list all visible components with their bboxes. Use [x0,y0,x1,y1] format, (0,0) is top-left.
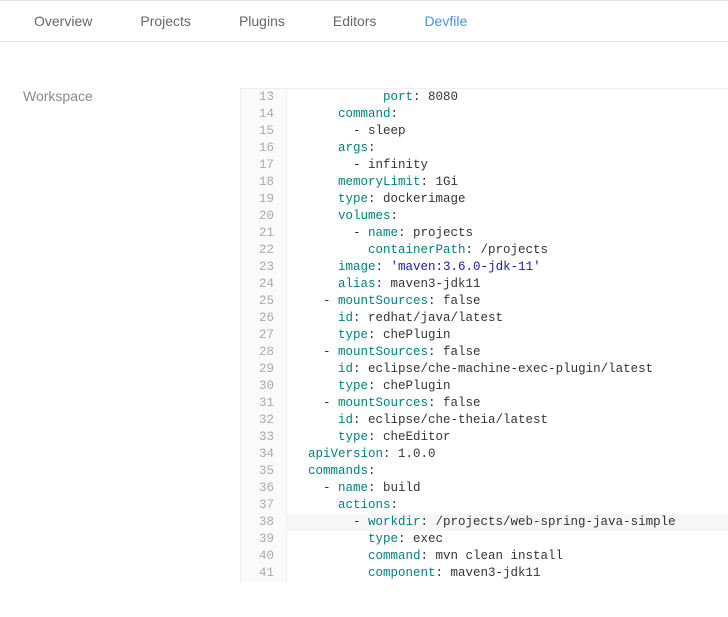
line-content[interactable]: type: cheEditor [287,429,451,446]
line-content[interactable]: - infinity [287,157,428,174]
line-content[interactable]: - sleep [287,123,406,140]
line-number: 40 [241,548,287,565]
line-content[interactable]: image: 'maven:3.6.0-jdk-11' [287,259,541,276]
code-line[interactable]: 37 actions: [241,497,728,514]
code-editor[interactable]: 13 port: 808014 command:15 - sleep16 arg… [240,88,728,582]
line-number: 41 [241,565,287,582]
line-content[interactable]: component: maven3-jdk11 [287,565,541,582]
line-number: 15 [241,123,287,140]
line-number: 13 [241,89,287,106]
tab-editors[interactable]: Editors [309,1,401,41]
code-line[interactable]: 32 id: eclipse/che-theia/latest [241,412,728,429]
tab-devfile[interactable]: Devfile [400,1,491,41]
line-content[interactable]: actions: [287,497,398,514]
sidebar-title: Workspace [23,88,240,104]
code-line[interactable]: 21 - name: projects [241,225,728,242]
line-content[interactable]: type: exec [287,531,443,548]
code-line[interactable]: 22 containerPath: /projects [241,242,728,259]
line-number: 36 [241,480,287,497]
line-number: 14 [241,106,287,123]
line-content[interactable]: id: eclipse/che-theia/latest [287,412,548,429]
code-line[interactable]: 28 - mountSources: false [241,344,728,361]
code-line[interactable]: 25 - mountSources: false [241,293,728,310]
code-line[interactable]: 27 type: chePlugin [241,327,728,344]
code-line[interactable]: 34 apiVersion: 1.0.0 [241,446,728,463]
tab-plugins[interactable]: Plugins [215,1,309,41]
line-content[interactable]: port: 8080 [287,89,458,106]
line-number: 24 [241,276,287,293]
line-content[interactable]: command: [287,106,398,123]
line-content[interactable]: type: chePlugin [287,327,451,344]
code-line[interactable]: 13 port: 8080 [241,89,728,106]
line-content[interactable]: - mountSources: false [287,395,481,412]
code-line[interactable]: 17 - infinity [241,157,728,174]
line-content[interactable]: containerPath: /projects [287,242,548,259]
line-content[interactable]: type: dockerimage [287,191,466,208]
line-number: 38 [241,514,287,531]
line-number: 39 [241,531,287,548]
line-number: 19 [241,191,287,208]
line-number: 33 [241,429,287,446]
code-line[interactable]: 23 image: 'maven:3.6.0-jdk-11' [241,259,728,276]
code-line[interactable]: 16 args: [241,140,728,157]
code-line[interactable]: 40 command: mvn clean install [241,548,728,565]
tabs-bar: OverviewProjectsPluginsEditorsDevfile [0,0,728,42]
code-line[interactable]: 19 type: dockerimage [241,191,728,208]
line-content[interactable]: alias: maven3-jdk11 [287,276,481,293]
line-content[interactable]: command: mvn clean install [287,548,563,565]
line-number: 35 [241,463,287,480]
line-content[interactable]: - name: projects [287,225,473,242]
tab-overview[interactable]: Overview [10,1,116,41]
sidebar: Workspace [0,88,240,582]
line-number: 17 [241,157,287,174]
line-number: 16 [241,140,287,157]
line-number: 21 [241,225,287,242]
code-line[interactable]: 35 commands: [241,463,728,480]
line-number: 20 [241,208,287,225]
line-number: 25 [241,293,287,310]
line-content[interactable]: - workdir: /projects/web-spring-java-sim… [287,514,676,531]
line-number: 37 [241,497,287,514]
code-line[interactable]: 29 id: eclipse/che-machine-exec-plugin/l… [241,361,728,378]
line-number: 34 [241,446,287,463]
line-number: 23 [241,259,287,276]
code-line[interactable]: 14 command: [241,106,728,123]
code-line[interactable]: 15 - sleep [241,123,728,140]
line-content[interactable]: commands: [287,463,376,480]
line-content[interactable]: - mountSources: false [287,344,481,361]
code-line[interactable]: 18 memoryLimit: 1Gi [241,174,728,191]
content: Workspace 13 port: 808014 command:15 - s… [0,42,728,582]
code-line[interactable]: 26 id: redhat/java/latest [241,310,728,327]
code-line[interactable]: 41 component: maven3-jdk11 [241,565,728,582]
line-content[interactable]: id: eclipse/che-machine-exec-plugin/late… [287,361,653,378]
line-content[interactable]: apiVersion: 1.0.0 [287,446,436,463]
line-content[interactable]: type: chePlugin [287,378,451,395]
line-content[interactable]: - mountSources: false [287,293,481,310]
code-line[interactable]: 38 - workdir: /projects/web-spring-java-… [241,514,728,531]
line-number: 22 [241,242,287,259]
line-number: 18 [241,174,287,191]
line-number: 30 [241,378,287,395]
code-line[interactable]: 33 type: cheEditor [241,429,728,446]
line-number: 31 [241,395,287,412]
code-line[interactable]: 39 type: exec [241,531,728,548]
tab-projects[interactable]: Projects [116,1,215,41]
code-line[interactable]: 20 volumes: [241,208,728,225]
line-number: 32 [241,412,287,429]
code-line[interactable]: 30 type: chePlugin [241,378,728,395]
code-line[interactable]: 36 - name: build [241,480,728,497]
line-number: 28 [241,344,287,361]
line-content[interactable]: - name: build [287,480,421,497]
code-line[interactable]: 31 - mountSources: false [241,395,728,412]
line-content[interactable]: volumes: [287,208,398,225]
line-content[interactable]: args: [287,140,376,157]
line-content[interactable]: memoryLimit: 1Gi [287,174,458,191]
code-line[interactable]: 24 alias: maven3-jdk11 [241,276,728,293]
line-number: 27 [241,327,287,344]
line-number: 26 [241,310,287,327]
line-content[interactable]: id: redhat/java/latest [287,310,503,327]
line-number: 29 [241,361,287,378]
